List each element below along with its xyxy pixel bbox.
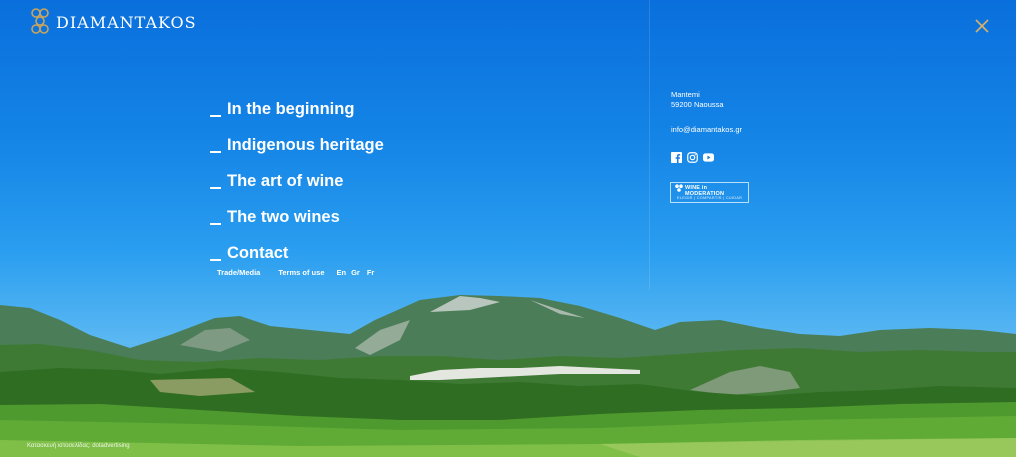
landscape-illustration (0, 295, 1016, 457)
language-gr-link[interactable]: Gr (351, 268, 360, 277)
menu-item-contact[interactable]: Contact (210, 228, 384, 264)
menu-item-label: Indigenous heritage (227, 136, 384, 154)
close-icon[interactable] (972, 16, 992, 36)
trade-media-link[interactable]: Trade/Media (217, 268, 260, 277)
youtube-icon[interactable] (703, 152, 714, 163)
menu-dash (210, 223, 221, 225)
grapes-icon (675, 184, 683, 192)
address-line-2: 59200 Naoussa (671, 100, 724, 109)
site-credit-link[interactable]: Κατασκευή ιστοσελίδας: dotadvertising (27, 443, 130, 449)
language-en-link[interactable]: En (336, 268, 346, 277)
social-links (671, 152, 719, 163)
menu-item-two-wines[interactable]: The two wines (210, 192, 384, 228)
menu-dash (210, 259, 221, 261)
terms-link[interactable]: Terms of use (278, 268, 324, 277)
menu-item-label: Contact (227, 244, 289, 262)
address-block: Mantemi 59200 Naoussa (671, 90, 724, 110)
brand-logo[interactable]: DIAMANTAKOS (28, 6, 197, 38)
address-line-1: Mantemi (671, 90, 700, 99)
secondary-links: Trade/Media Terms of use En Gr Fr (217, 268, 374, 277)
instagram-icon[interactable] (687, 152, 698, 163)
menu-item-label: In the beginning (227, 100, 355, 118)
menu-dash (210, 187, 221, 189)
menu-dash (210, 151, 221, 153)
menu-item-label: The two wines (227, 208, 340, 226)
background-landscape (0, 0, 1016, 457)
wine-in-moderation-badge[interactable]: WINE in MODERATION ELEGIR | COMPARTIR | … (670, 182, 749, 203)
email-link[interactable]: info@diamantakos.gr (671, 125, 742, 134)
menu-item-label: The art of wine (227, 172, 344, 190)
main-menu: In the beginning Indigenous heritage The… (210, 84, 384, 264)
language-fr-link[interactable]: Fr (367, 268, 375, 277)
menu-item-in-the-beginning[interactable]: In the beginning (210, 84, 384, 120)
menu-item-art-of-wine[interactable]: The art of wine (210, 156, 384, 192)
column-divider (649, 0, 650, 290)
badge-tagline: ELEGIR | COMPARTIR | CUIDAR (677, 196, 743, 200)
menu-dash (210, 115, 221, 117)
menu-item-indigenous-heritage[interactable]: Indigenous heritage (210, 120, 384, 156)
grape-emblem-icon (31, 8, 49, 34)
facebook-icon[interactable] (671, 152, 682, 163)
brand-name: DIAMANTAKOS (56, 12, 197, 32)
